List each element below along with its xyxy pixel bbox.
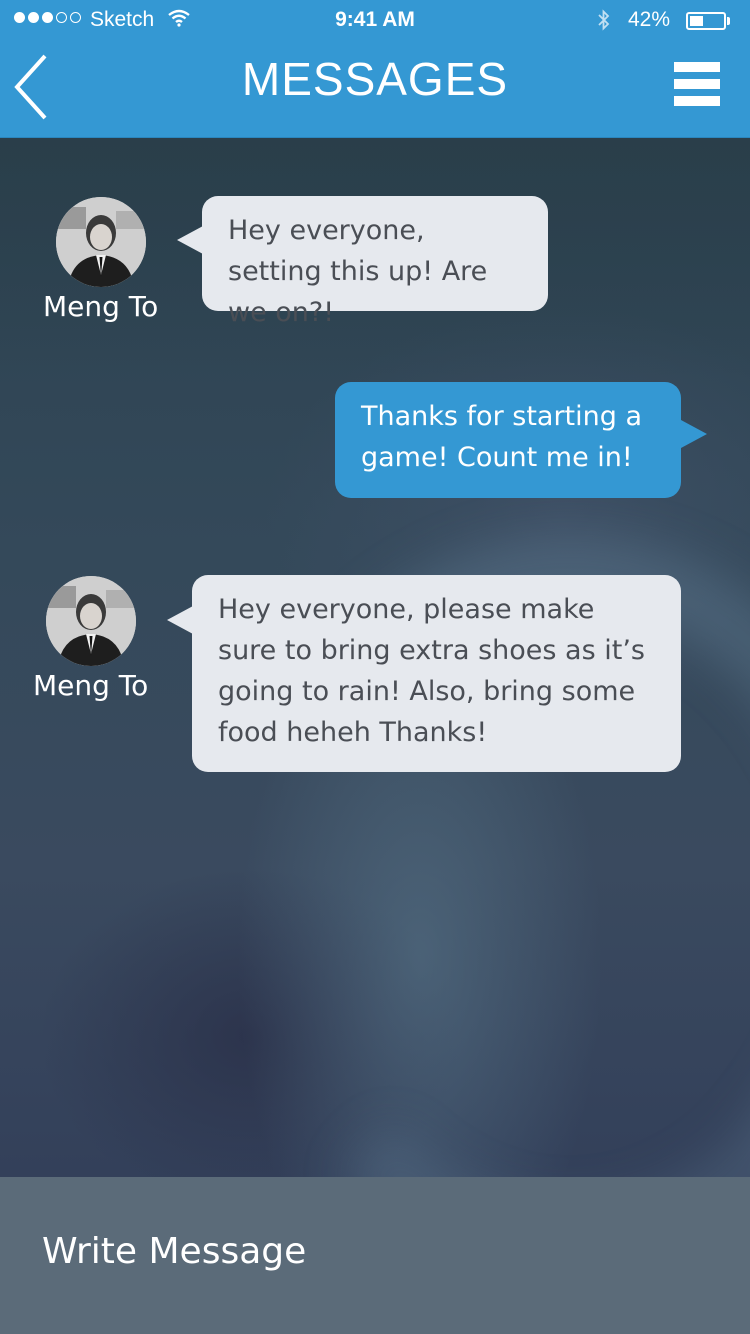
- user-photo: [46, 576, 136, 666]
- page-title: MESSAGES: [241, 53, 509, 105]
- compose-bar[interactable]: Write Message: [0, 1177, 750, 1334]
- user-photo: [56, 197, 146, 287]
- message-input[interactable]: Write Message: [42, 1231, 306, 1272]
- sender-name: Meng To: [33, 669, 149, 702]
- avatar[interactable]: [46, 576, 136, 666]
- avatar[interactable]: [56, 197, 146, 287]
- hamburger-menu-icon: [674, 62, 720, 72]
- message-bubble: Hey everyone, please make sure to bring …: [192, 575, 681, 772]
- battery-level: [690, 16, 703, 26]
- message-bubble: Thanks for starting a game! Count me in!: [335, 382, 681, 498]
- bubble-tail: [177, 226, 203, 254]
- battery-percentage: 42%: [628, 8, 671, 31]
- bubble-tail: [167, 606, 193, 634]
- status-bar: Sketch 9:41 AM 42%: [0, 0, 750, 40]
- message-bubble: Hey everyone, setting this up! Are we on…: [202, 196, 548, 328]
- battery-icon: [686, 12, 726, 30]
- bubble-tail: [681, 420, 707, 448]
- battery-cap: [727, 17, 730, 25]
- sender-name: Meng To: [43, 290, 159, 323]
- menu-button[interactable]: [674, 62, 722, 108]
- header: Sketch 9:41 AM 42% MESSAGES: [0, 0, 750, 138]
- bluetooth-icon: [596, 8, 612, 38]
